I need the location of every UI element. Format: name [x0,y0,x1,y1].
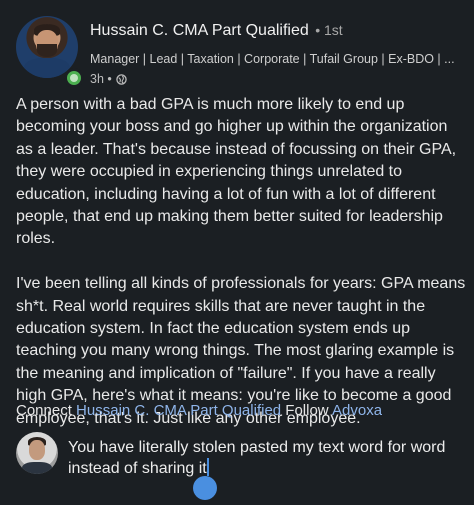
follow-label: Follow [285,402,329,418]
post-body: A person with a bad GPA is much more lik… [16,94,466,452]
author-name[interactable]: Hussain C. CMA Part Qualified [90,22,309,39]
post-header: Hussain C. CMA Part Qualified • 1st Mana… [16,16,464,92]
selection-handle[interactable] [193,476,217,500]
author-headline: Manager | Lead | Taxation | Corporate | … [90,52,455,66]
connect-follow-line: Connect Hussain C. CMA Part Qualified Fo… [16,402,382,418]
connection-degree: • 1st [315,22,343,38]
comment-input[interactable]: You have literally stolen pasted my text… [68,438,468,479]
post-paragraph: A person with a bad GPA is much more lik… [16,96,457,248]
online-status-icon [64,68,84,88]
commenter-avatar [16,432,58,474]
post-time: 3h • [90,72,112,86]
post-meta: 3h • [90,72,127,86]
comment-text: You have literally stolen pasted my text… [68,439,446,477]
comment-composer[interactable]: You have literally stolen pasted my text… [16,428,468,505]
connect-link[interactable]: Hussain C. CMA Part Qualified [76,402,281,418]
text-cursor [206,458,209,476]
follow-link[interactable]: Advoxa [332,402,382,418]
connect-label: Connect [16,402,72,418]
globe-icon [116,73,127,85]
author-name-row: Hussain C. CMA Part Qualified • 1st [90,22,343,40]
